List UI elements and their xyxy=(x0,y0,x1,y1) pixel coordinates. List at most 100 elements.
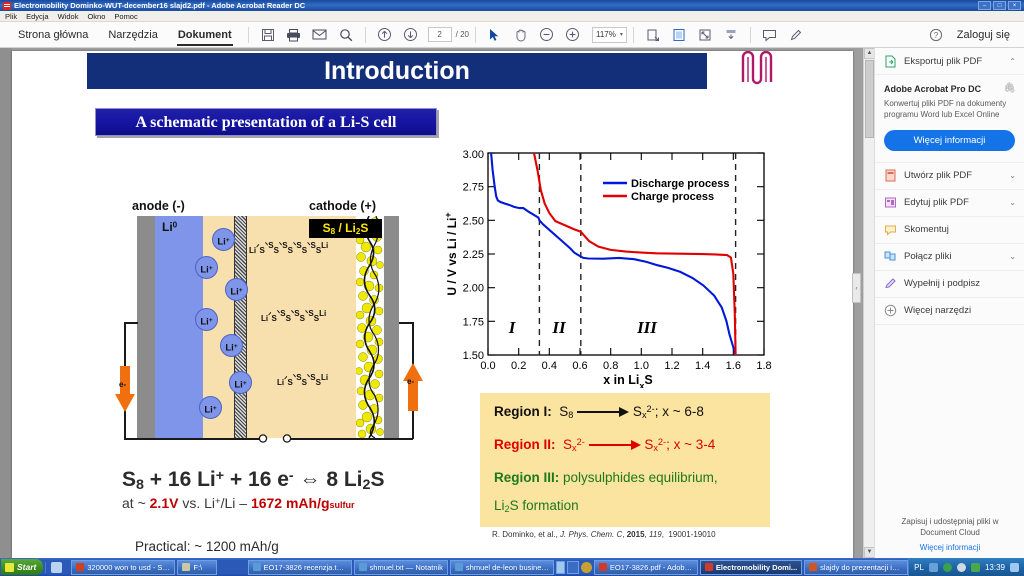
menu-item-widok[interactable]: Widok xyxy=(58,12,79,21)
tools-item-label-combine: Połącz pliki xyxy=(904,251,952,263)
zoom-level-select[interactable]: 117% ▾ xyxy=(591,26,627,43)
promo-description: Konwertuj pliki PDF na dokumenty program… xyxy=(884,99,1007,119)
tray-icon-shield[interactable] xyxy=(970,562,980,572)
document-viewport: Introduction A schematic presentation of… xyxy=(0,48,875,576)
zoom-in-icon[interactable] xyxy=(562,24,584,46)
task-label-2: EO17-3826 recenzja.txt ... xyxy=(263,562,347,572)
hand-tool-icon[interactable] xyxy=(510,24,532,46)
anode-current-collector xyxy=(137,216,155,438)
taskbar-item-1[interactable]: F:\ xyxy=(177,559,218,575)
tab-tools[interactable]: Narzędzia xyxy=(98,22,168,48)
taskbar-item-0[interactable]: 320000 won to usd - Szu... xyxy=(71,559,176,575)
email-icon[interactable] xyxy=(309,24,331,46)
tools-item-export-pdf[interactable]: Eksportuj plik PDF ⌃ xyxy=(875,48,1024,75)
clock[interactable]: 13:39 xyxy=(985,563,1005,572)
task-icon-2 xyxy=(252,563,261,571)
taskbar-item-6[interactable]: Electromobility Domi... xyxy=(699,559,803,575)
task-icon-6 xyxy=(704,563,713,571)
svg-text:1.75: 1.75 xyxy=(463,316,484,328)
chart-ylabel: U / V vs Li / Li+ xyxy=(443,212,459,295)
task-icon-4 xyxy=(454,563,463,571)
start-button[interactable]: Start xyxy=(1,559,44,575)
svg-text:2.50: 2.50 xyxy=(463,215,484,227)
tray-icon-updates[interactable] xyxy=(928,562,938,572)
page-number-input[interactable]: 2 xyxy=(427,27,452,42)
promo-more-info-button[interactable]: Więcej informacji xyxy=(884,129,1015,151)
tray-icon-network[interactable] xyxy=(942,562,952,572)
svg-text:3.00: 3.00 xyxy=(463,149,484,161)
tray-icon-volume[interactable] xyxy=(956,562,966,572)
pdf-icon xyxy=(3,1,11,10)
language-indicator[interactable]: PL xyxy=(914,563,924,572)
tools-item-comment[interactable]: Skomentuj xyxy=(875,217,1024,244)
promo-card: 🖇 Adobe Acrobat Pro DC Konwertuj pliki P… xyxy=(875,75,1024,163)
quick-launch-bar xyxy=(45,561,67,573)
taskbar-item-5[interactable]: EO17-3826.pdf - Adobe ... xyxy=(593,559,698,575)
search-icon[interactable] xyxy=(335,24,357,46)
tools-item-label-create: Utwórz plik PDF xyxy=(904,170,973,182)
citation-journal: J. Phys. Chem. C xyxy=(560,530,623,539)
show-desktop-icon[interactable] xyxy=(1010,562,1019,572)
tools-item-fill-sign[interactable]: Wypełnij i podpisz xyxy=(875,271,1024,298)
tools-item-combine-files[interactable]: Połącz pliki ⌄ xyxy=(875,244,1024,271)
document-scrollbar[interactable]: ▲ ▼ xyxy=(863,48,875,558)
windows-flag-icon xyxy=(5,562,14,572)
close-button[interactable]: × xyxy=(1008,1,1021,10)
toolbar-right-group: ? Zaloguj się xyxy=(923,24,1016,46)
taskbar-item-2[interactable]: EO17-3826 recenzja.txt ... xyxy=(247,559,352,575)
tools-item-label-export: Eksportuj plik PDF xyxy=(904,55,983,67)
fill-sign-icon xyxy=(883,277,897,291)
zoom-out-icon[interactable] xyxy=(536,24,558,46)
highlight-pen-icon[interactable] xyxy=(785,24,807,46)
page-down-icon[interactable] xyxy=(400,24,422,46)
practical-capacity: Practical: ~ 1200 mAh/g xyxy=(135,539,279,554)
fit-page-icon[interactable] xyxy=(642,24,664,46)
separator-layer xyxy=(234,216,247,438)
quick-launch-icon-1[interactable] xyxy=(51,561,63,573)
print-icon[interactable] xyxy=(283,24,305,46)
tools-item-create-pdf[interactable]: Utwórz plik PDF ⌄ xyxy=(875,163,1024,190)
scroll-mode-icon[interactable] xyxy=(720,24,742,46)
tools-item-more-tools[interactable]: Więcej narzędzi xyxy=(875,298,1024,325)
task-label-4: shmuel de-leon business... xyxy=(465,562,549,572)
taskbar-mini-icon-2[interactable] xyxy=(566,560,579,574)
taskbar-item-7[interactable]: slajdy do prezentacji ina... xyxy=(804,559,909,575)
sign-in-button[interactable]: Zaloguj się xyxy=(957,29,1010,41)
wire-left-bottom xyxy=(124,438,259,440)
tab-home[interactable]: Strona główna xyxy=(8,22,98,48)
maximize-button[interactable]: □ xyxy=(993,1,1006,10)
taskbar-item-4[interactable]: shmuel de-leon business... xyxy=(449,559,554,575)
tools-item-edit-pdf[interactable]: Edytuj plik PDF ⌄ xyxy=(875,190,1024,217)
region-3-label: Region III: xyxy=(494,470,560,485)
comment-icon[interactable] xyxy=(759,24,781,46)
select-cursor-icon[interactable] xyxy=(484,24,506,46)
task-icon-0 xyxy=(76,563,85,571)
tools-panel: Eksportuj plik PDF ⌃ 🖇 Adobe Acrobat Pro… xyxy=(874,48,1024,558)
paperclip-icon: 🖇 xyxy=(1003,83,1016,94)
promo-title: Adobe Acrobat Pro DC xyxy=(884,84,982,94)
citation: R. Dominko, et al., J. Phys. Chem. C, 20… xyxy=(492,530,716,539)
save-icon[interactable] xyxy=(257,24,279,46)
footer-link[interactable]: Więcej informacji xyxy=(875,543,1024,552)
region-3-line: Region III: polysulphides equilibrium, xyxy=(494,470,718,485)
panel-collapse-handle[interactable]: ‹ xyxy=(852,273,861,303)
page-thumbnails-icon[interactable] xyxy=(668,24,690,46)
menu-item-edycja[interactable]: Edycja xyxy=(26,12,49,21)
scrollbar-thumb[interactable] xyxy=(865,60,874,138)
screen: Electromobility Dominko-WUT-december16 s… xyxy=(0,0,1024,576)
minimize-button[interactable]: – xyxy=(978,1,991,10)
eq-prefix: at ~ xyxy=(122,495,150,511)
svg-text:1.8: 1.8 xyxy=(756,360,771,372)
menu-item-plik[interactable]: Plik xyxy=(5,12,17,21)
taskbar-item-3[interactable]: shmuel.txt — Notatnik xyxy=(353,559,448,575)
menu-item-okno[interactable]: Okno xyxy=(87,12,105,21)
window-controls[interactable]: – □ × xyxy=(978,1,1021,10)
taskbar-mini-icon-1[interactable] xyxy=(555,560,565,574)
menu-item-pomoc[interactable]: Pomoc xyxy=(114,12,137,21)
sulfur-cathode-layer xyxy=(356,216,384,438)
page-up-icon[interactable] xyxy=(374,24,396,46)
taskbar-mini-icon-3[interactable] xyxy=(580,561,592,573)
fit-width-icon[interactable] xyxy=(694,24,716,46)
help-icon[interactable]: ? xyxy=(925,24,947,46)
tab-document[interactable]: Dokument xyxy=(168,22,242,48)
